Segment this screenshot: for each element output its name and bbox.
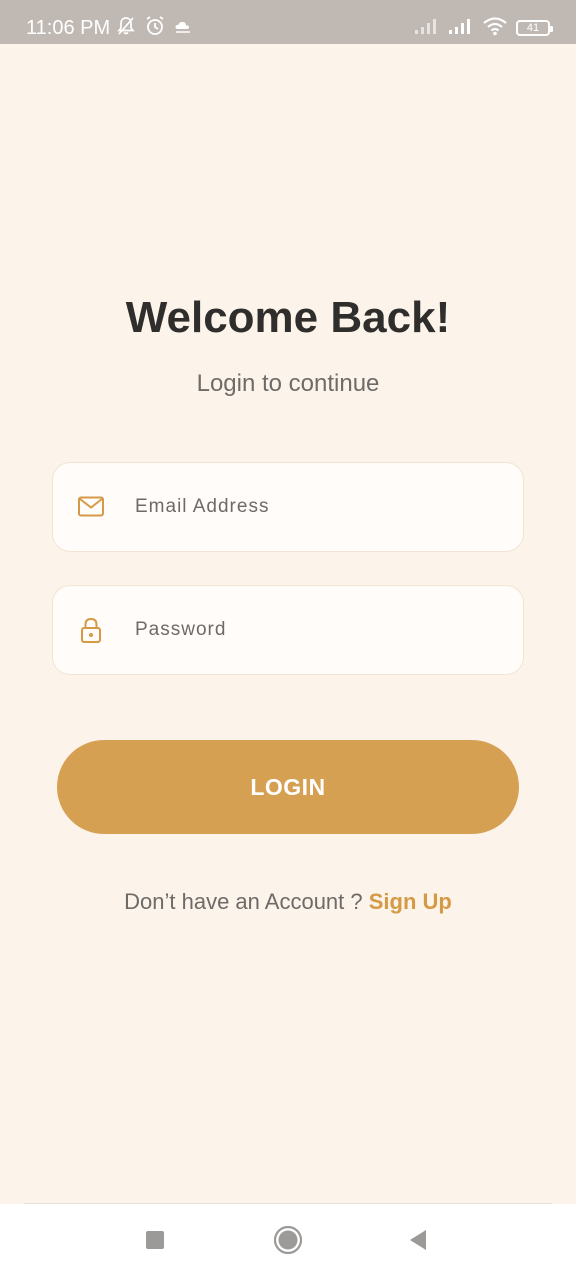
- battery-icon: 41: [516, 20, 553, 36]
- back-icon: [407, 1229, 429, 1256]
- password-field[interactable]: [52, 585, 524, 675]
- lock-icon: [77, 616, 105, 644]
- password-input[interactable]: [135, 586, 505, 674]
- alarm-icon: [144, 15, 166, 42]
- battery-level: 41: [526, 22, 540, 34]
- recents-button[interactable]: [137, 1224, 173, 1260]
- page-title: Welcome Back!: [125, 293, 451, 342]
- signal-icon: [448, 17, 474, 40]
- page-subtitle: Login to continue: [196, 370, 380, 397]
- signup-link[interactable]: Sign Up: [369, 889, 452, 914]
- recents-icon: [145, 1230, 165, 1255]
- status-time: 11:06 PM: [26, 17, 111, 39]
- home-button[interactable]: [270, 1224, 306, 1260]
- bell-off-icon: [116, 16, 136, 41]
- status-icons-right: 41: [414, 14, 553, 42]
- email-input[interactable]: [135, 463, 505, 551]
- login-button[interactable]: LOGIN: [57, 740, 519, 834]
- email-field[interactable]: [52, 462, 524, 552]
- navigation-bar: [0, 1204, 576, 1280]
- status-icons-left: [116, 14, 192, 42]
- mail-icon: [77, 493, 105, 521]
- cloud-icon: [174, 18, 192, 39]
- signup-prompt: Don’t have an Account ?: [124, 889, 369, 914]
- signup-row: Don’t have an Account ? Sign Up: [0, 886, 576, 918]
- status-bar: 11:06 PM 41: [0, 0, 576, 44]
- home-icon: [273, 1225, 303, 1260]
- wifi-icon: [482, 16, 508, 41]
- signal-icon: [414, 17, 440, 40]
- back-button[interactable]: [400, 1224, 436, 1260]
